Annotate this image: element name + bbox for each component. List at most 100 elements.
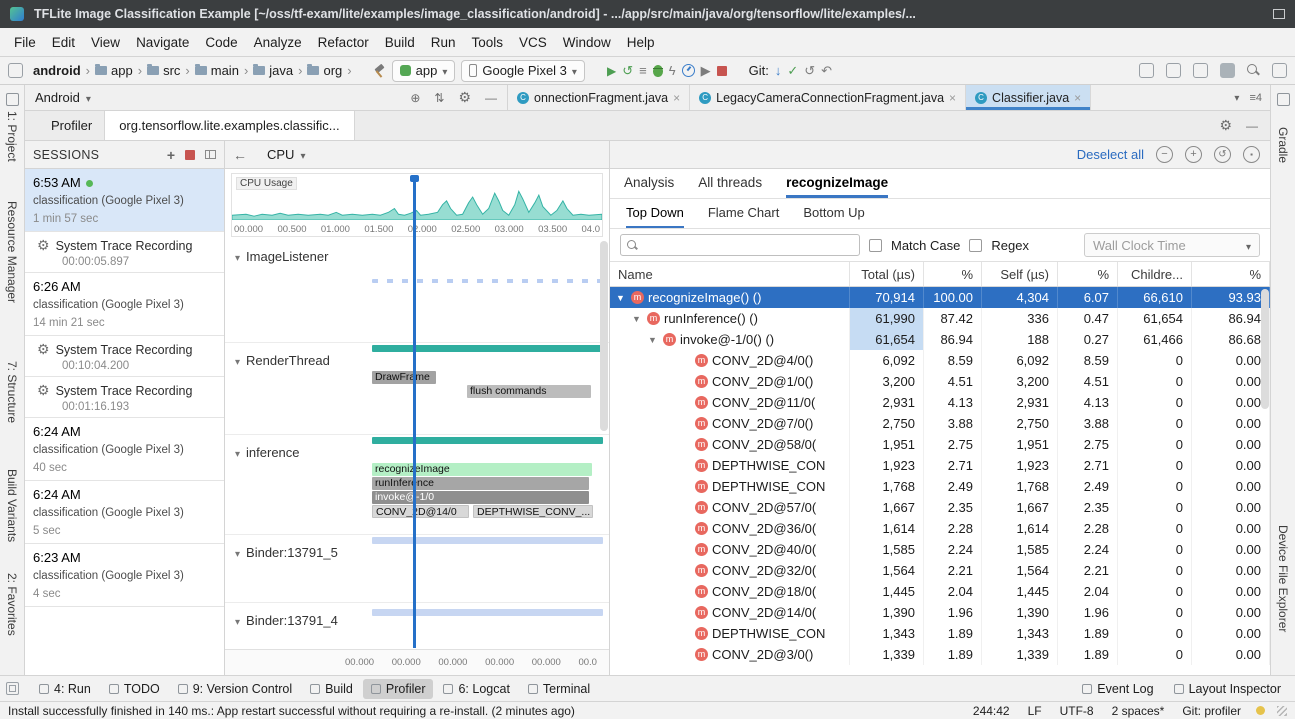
calltree-row[interactable]: mCONV_2D@3/0()1,3391.891,3391.8900.00	[610, 644, 1270, 665]
project-stripe-icon[interactable]	[6, 93, 19, 106]
timeline-selection-line[interactable]	[413, 175, 416, 648]
collapse-sessions-icon[interactable]	[205, 150, 216, 159]
trace-span[interactable]: DrawFrame	[372, 371, 436, 384]
collapse-thread-icon[interactable]	[235, 249, 240, 264]
calltree-row[interactable]: mCONV_2D@57/0(1,6672.351,6672.3500.00	[610, 497, 1270, 518]
chevron-down-icon[interactable]	[86, 90, 91, 105]
trace-span[interactable]: CONV_2D@14/0	[372, 505, 469, 518]
column-header-6[interactable]: %	[1192, 262, 1270, 286]
device-manager-icon[interactable]	[1139, 63, 1154, 78]
calltree-row[interactable]: mCONV_2D@58/0(1,9512.751,9512.7500.00	[610, 434, 1270, 455]
git-update-icon[interactable]: ↓	[775, 64, 782, 77]
match-case-checkbox[interactable]	[869, 239, 882, 252]
toolwindow-button-layout-inspector[interactable]: Layout Inspector	[1166, 679, 1289, 699]
editor-tab[interactable]: CLegacyCameraConnectionFragment.java	[690, 85, 966, 110]
zoom-in-icon[interactable]	[1185, 146, 1202, 163]
table-scrollbar[interactable]	[1261, 289, 1269, 409]
caret-position[interactable]: 244:42	[964, 704, 1019, 718]
column-header-3[interactable]: Self (µs)	[982, 262, 1058, 286]
apply-code-changes-icon[interactable]: ≡	[639, 64, 647, 77]
subtab-bottom-up[interactable]: Bottom Up	[803, 199, 864, 228]
column-header-1[interactable]: Total (µs)	[850, 262, 924, 286]
menu-refactor[interactable]: Refactor	[310, 31, 377, 54]
search-box[interactable]	[620, 234, 860, 256]
zoom-out-icon[interactable]	[1156, 146, 1173, 163]
project-window-icon[interactable]	[8, 63, 23, 78]
toolwindow-button-6-logcat[interactable]: 6: Logcat	[435, 679, 517, 699]
avd-manager-icon[interactable]	[1166, 63, 1181, 78]
tool-window-switcher-icon[interactable]	[6, 682, 19, 695]
add-session-icon[interactable]	[167, 147, 175, 163]
profiler-settings-icon[interactable]	[1219, 117, 1232, 134]
session-item[interactable]: 6:23 AMclassification (Google Pixel 3)4 …	[25, 544, 224, 607]
search-input[interactable]	[643, 238, 853, 252]
column-header-2[interactable]: %	[924, 262, 982, 286]
window-controls-icon[interactable]	[1273, 9, 1285, 19]
apply-changes-icon[interactable]: ↺	[622, 64, 633, 77]
git-commit-icon[interactable]: ✓	[787, 64, 798, 77]
thread-row-inference[interactable]: inference recognizeImage runInference in…	[225, 435, 609, 535]
deselect-all-link[interactable]: Deselect all	[1077, 147, 1144, 162]
search-everywhere-icon[interactable]	[1247, 64, 1260, 77]
analysis-tab-all-threads[interactable]: All threads	[698, 169, 762, 198]
close-tab-icon[interactable]	[949, 91, 956, 105]
collapse-thread-icon[interactable]	[235, 545, 240, 560]
expanded-arrow-icon[interactable]: ▼	[632, 314, 643, 324]
toolwindow-button-9-version-control[interactable]: 9: Version Control	[170, 679, 300, 699]
hidden-tabs-count-icon[interactable]: ≡4	[1249, 92, 1262, 104]
stripe-item-device-file-explorer[interactable]: Device File Explorer	[1276, 525, 1290, 632]
trace-span[interactable]: flush commands	[467, 385, 591, 398]
project-view-selector[interactable]: Android	[35, 90, 80, 105]
calltree-row[interactable]: mCONV_2D@36/0(1,6142.281,6142.2800.00	[610, 518, 1270, 539]
clock-type-dropdown[interactable]: Wall Clock Time	[1084, 233, 1260, 257]
tab-list-chevron-icon[interactable]	[1234, 92, 1239, 104]
indent-style[interactable]: 2 spaces*	[1103, 704, 1174, 718]
toolwindow-button-profiler[interactable]: Profiler	[363, 679, 434, 699]
session-item[interactable]: 6:26 AMclassification (Google Pixel 3)14…	[25, 273, 224, 336]
expanded-arrow-icon[interactable]: ▼	[648, 335, 659, 345]
menu-edit[interactable]: Edit	[44, 31, 83, 54]
recording-item[interactable]: System Trace Recording00:01:16.193	[25, 377, 224, 418]
thread-row-binder5[interactable]: Binder:13791_5	[225, 535, 609, 603]
git-rollback-icon[interactable]: ↶	[821, 64, 832, 77]
attach-debugger-icon[interactable]: ▶	[701, 64, 711, 77]
menu-build[interactable]: Build	[377, 31, 423, 54]
menu-run[interactable]: Run	[423, 31, 464, 54]
stripe-item--favorites[interactable]: 2: Favorites	[5, 573, 19, 636]
profile-badge-icon[interactable]	[1272, 63, 1287, 78]
menu-analyze[interactable]: Analyze	[246, 31, 310, 54]
thread-row-renderthread[interactable]: RenderThread DrawFrame flush commands	[225, 343, 609, 435]
toolwindow-button-build[interactable]: Build	[302, 679, 361, 699]
calltree-row[interactable]: mDEPTHWISE_CON1,9232.711,9232.7100.00	[610, 455, 1270, 476]
file-encoding[interactable]: UTF-8	[1051, 704, 1103, 718]
line-separator[interactable]: LF	[1019, 704, 1051, 718]
menu-tools[interactable]: Tools	[464, 31, 512, 54]
stop-session-icon[interactable]	[185, 150, 195, 160]
trace-span[interactable]: invoke@-1/0	[372, 491, 589, 504]
thread-row-imagelistener[interactable]: ImageListener	[225, 239, 609, 343]
toolwindow-button-event-log[interactable]: Event Log	[1074, 679, 1161, 699]
profile-button[interactable]	[682, 64, 695, 77]
reset-zoom-icon[interactable]	[1214, 146, 1231, 163]
menu-navigate[interactable]: Navigate	[128, 31, 197, 54]
calltree-row[interactable]: ▼mrunInference() ()61,99087.423360.4761,…	[610, 308, 1270, 329]
column-header-5[interactable]: Childre...	[1118, 262, 1192, 286]
notifications-icon[interactable]	[1256, 706, 1265, 715]
thread-row-binder4[interactable]: Binder:13791_4	[225, 603, 609, 649]
sdk-manager-icon[interactable]	[1220, 63, 1235, 78]
cpu-usage-chart[interactable]: CPU Usage 00.00000.50001.00001.50002.000…	[231, 173, 603, 237]
back-arrow-icon[interactable]	[233, 147, 247, 163]
zoom-to-selection-icon[interactable]	[1243, 146, 1260, 163]
hide-panel-icon[interactable]	[485, 90, 497, 105]
stripe-item--structure[interactable]: 7: Structure	[5, 361, 19, 423]
calltree-row[interactable]: mCONV_2D@7/0()2,7503.882,7503.8800.00	[610, 413, 1270, 434]
calltree-row[interactable]: mCONV_2D@32/0(1,5642.211,5642.2100.00	[610, 560, 1270, 581]
toolwindow-button-terminal[interactable]: Terminal	[520, 679, 598, 699]
collapse-thread-icon[interactable]	[235, 445, 240, 460]
subtab-flame-chart[interactable]: Flame Chart	[708, 199, 780, 228]
calltree-row[interactable]: mDEPTHWISE_CON1,3431.891,3431.8900.00	[610, 623, 1270, 644]
calltree-row[interactable]: mCONV_2D@1/0()3,2004.513,2004.5100.00	[610, 371, 1270, 392]
menu-window[interactable]: Window	[555, 31, 619, 54]
menu-code[interactable]: Code	[197, 31, 245, 54]
editor-tab[interactable]: CClassifier.java	[966, 85, 1091, 110]
